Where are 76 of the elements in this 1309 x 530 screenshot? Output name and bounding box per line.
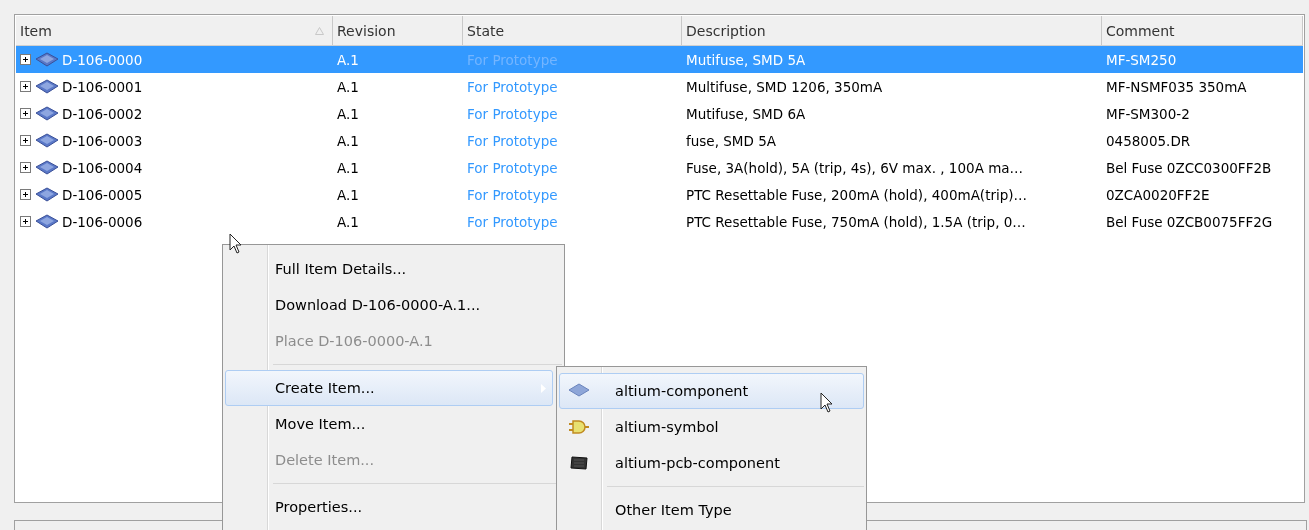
item-id: D-106-0004 <box>62 159 143 176</box>
menu-item[interactable]: Create Item... <box>225 370 553 406</box>
comment-text: 0ZCA0020FF2E <box>1106 186 1210 203</box>
item-id: D-106-0006 <box>62 213 143 230</box>
sort-arrow-icon <box>315 26 324 35</box>
table-row[interactable]: D-106-0006 A.1 For Prototype PTC Resettable Fuse, 750mA (hold), 1.5A (trip, 0… Bel Fuse 0ZCB0075FF2G <box>16 208 1303 235</box>
description-text: Fuse, 3A(hold), 5A (trip, 4s), 6V max. , 100A ma… <box>686 159 1024 176</box>
item-id: D-106-0001 <box>62 78 143 95</box>
menu-item[interactable]: altium-component <box>559 373 864 409</box>
revision-text: A.1 <box>337 213 359 230</box>
comment-text: 0458005.DR <box>1106 132 1191 149</box>
comment-text: MF-NSMF035 350mA <box>1106 78 1247 95</box>
item-id: D-106-0003 <box>62 132 143 149</box>
description-text: Multifuse, SMD 1206, 350mA <box>686 78 883 95</box>
column-header[interactable]: Item <box>16 16 333 45</box>
state-text: For Prototype <box>467 186 558 203</box>
revision-text: A.1 <box>337 159 359 176</box>
expand-icon[interactable] <box>20 81 31 92</box>
comment-text: Bel Fuse 0ZCC0300FF2B <box>1106 159 1272 176</box>
comment-text: MF-SM300-2 <box>1106 105 1190 122</box>
chip-icon <box>35 105 59 122</box>
description-text: Mutifuse, SMD 5A <box>686 51 806 68</box>
description-text: PTC Resettable Fuse, 750mA (hold), 1.5A (trip, 0… <box>686 213 1026 230</box>
menu-item[interactable]: Full Item Details... <box>225 251 553 287</box>
expand-icon[interactable] <box>20 54 31 65</box>
expand-icon[interactable] <box>20 189 31 200</box>
revision-text: A.1 <box>337 51 359 68</box>
menu-item[interactable]: Move Item... <box>225 406 553 442</box>
comment-text: MF-SM250 <box>1106 51 1177 68</box>
expand-icon[interactable] <box>20 108 31 119</box>
chip-icon <box>568 383 590 399</box>
chip-icon <box>35 51 59 68</box>
menu-item[interactable]: Other Item Type <box>559 492 864 528</box>
table-row[interactable]: D-106-0003 A.1 For Prototype fuse, SMD 5A 0458005.DR <box>16 127 1303 154</box>
column-header[interactable]: Description <box>682 16 1102 45</box>
revision-text: A.1 <box>337 132 359 149</box>
state-text: For Prototype <box>467 132 558 149</box>
expand-icon[interactable] <box>20 135 31 146</box>
item-id: D-106-0002 <box>62 105 143 122</box>
description-text: fuse, SMD 5A <box>686 132 776 149</box>
pointer-icon <box>229 233 243 255</box>
chip-icon <box>568 455 590 471</box>
pointer-icon <box>820 392 834 414</box>
column-header[interactable]: State <box>463 16 682 45</box>
item-id: D-106-0000 <box>62 51 143 68</box>
table-row[interactable]: D-106-0002 A.1 For Prototype Mutifuse, SMD 6A MF-SM300-2 <box>16 100 1303 127</box>
menu-item[interactable]: Download D-106-0000-A.1... <box>225 287 553 323</box>
chip-icon <box>35 132 59 149</box>
table-row[interactable]: D-106-0004 A.1 For Prototype Fuse, 3A(hold), 5A (trip, 4s), 6V max. , 100A ma… Bel Fuse 0ZCC0300FF2B <box>16 154 1303 181</box>
description-text: PTC Resettable Fuse, 200mA (hold), 400mA(trip)… <box>686 186 1028 203</box>
chip-icon <box>35 78 59 95</box>
column-header[interactable]: Revision <box>333 16 463 45</box>
expand-icon[interactable] <box>20 216 31 227</box>
revision-text: A.1 <box>337 186 359 203</box>
item-id: D-106-0005 <box>62 186 143 203</box>
comment-text: Bel Fuse 0ZCB0075FF2G <box>1106 213 1273 230</box>
table-row[interactable]: D-106-0001 A.1 For Prototype Multifuse, SMD 1206, 350mA MF-NSMF035 350mA <box>16 73 1303 100</box>
table-row[interactable]: D-106-0005 A.1 For Prototype PTC Resettable Fuse, 200mA (hold), 400mA(trip)… 0ZCA0020FF2E <box>16 181 1303 208</box>
chip-icon <box>35 213 59 230</box>
revision-text: A.1 <box>337 78 359 95</box>
menu-item[interactable]: Properties... <box>225 489 553 525</box>
menu-item[interactable]: altium-symbol <box>559 409 864 445</box>
submenu-arrow-icon <box>541 384 546 393</box>
revision-text: A.1 <box>337 105 359 122</box>
state-text: For Prototype <box>467 78 558 95</box>
menu-item[interactable]: altium-pcb-component <box>559 445 864 481</box>
state-text: For Prototype <box>467 105 558 122</box>
state-text: For Prototype <box>467 159 558 176</box>
state-text: For Prototype <box>467 51 558 68</box>
expand-icon[interactable] <box>20 162 31 173</box>
column-header[interactable]: Comment <box>1102 16 1303 45</box>
chip-icon <box>35 186 59 203</box>
chip-icon <box>35 159 59 176</box>
gate-icon <box>568 419 590 435</box>
description-text: Mutifuse, SMD 6A <box>686 105 806 122</box>
state-text: For Prototype <box>467 213 558 230</box>
